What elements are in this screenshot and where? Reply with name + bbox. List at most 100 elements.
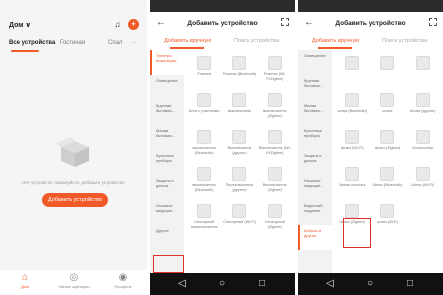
tab-add-manually[interactable]: Добавить вручную xyxy=(164,38,211,44)
device-tile[interactable]: Выключатель (Wi-Fi/Zigbee) xyxy=(257,126,293,157)
add-tabs: Добавить вручную Поиск устройства xyxy=(150,34,295,50)
device-icon xyxy=(197,204,212,218)
device-tile[interactable]: Сенсорный переключатель xyxy=(186,200,222,231)
sidebar-category[interactable]: Кухонные приборы xyxy=(298,125,332,150)
device-icon xyxy=(197,56,212,70)
android-home-icon[interactable]: ○ xyxy=(212,277,232,291)
tab-living-room[interactable]: Гостиная xyxy=(60,40,85,46)
device-tile[interactable]: Шлюз (Wi-Fi) xyxy=(334,126,370,157)
device-tile[interactable]: Переключатель (другое) xyxy=(221,163,257,194)
sidebar-category[interactable]: Малая бытовая... xyxy=(298,100,332,125)
device-label: выключатель (Bluetooth) xyxy=(192,146,216,155)
device-tile[interactable]: Шлюз (другое) xyxy=(405,89,441,120)
empty-box-icon xyxy=(56,137,89,167)
room-tabs: Все устройства Гостиная Спал ··· xyxy=(0,36,147,52)
android-back-icon[interactable]: ◁ xyxy=(320,277,340,291)
device-tile[interactable]: Розетка xyxy=(186,52,222,83)
device-tile[interactable]: Выключатель (другое) xyxy=(221,126,257,157)
home-selector[interactable]: Дом ∨ xyxy=(9,21,31,29)
device-tile[interactable]: Сенсорный (Zigbee) xyxy=(257,200,293,231)
device-tile[interactable]: Розетка (Wi-Fi/Zigbee) xyxy=(257,52,293,83)
device-icon xyxy=(345,130,360,144)
device-tile[interactable]: Выключатель (Zigbee) xyxy=(257,163,293,194)
device-tile[interactable]: выключатель (Zigbee) xyxy=(257,89,293,120)
sidebar-category[interactable]: Малая бытовая... xyxy=(150,125,184,150)
scan-icon[interactable] xyxy=(429,18,437,26)
sidebar-category[interactable]: Носимое медицин... xyxy=(150,200,184,225)
tab-all-devices[interactable]: Все устройства xyxy=(9,40,55,46)
sidebar-category[interactable]: Электро-инженерия xyxy=(150,50,184,75)
device-tile[interactable]: шлюз xyxy=(369,89,405,120)
device-tile[interactable]: Шлюз (Zigbee) xyxy=(369,126,405,157)
sidebar-category[interactable]: Другое xyxy=(150,225,184,250)
voice-icon[interactable]: ♫ xyxy=(113,20,122,29)
tab-add-manually[interactable]: Добавить вручную xyxy=(312,38,359,44)
device-icon xyxy=(380,56,395,70)
tab-underline xyxy=(318,47,352,49)
nav-profile-label: Профиль xyxy=(114,284,132,289)
device-label: Сенсорный (Zigbee) xyxy=(264,220,285,229)
sidebar-category[interactable]: Носимое медицин... xyxy=(298,175,332,200)
category-sidebar: Освещение Крупная бытовая... Малая бытовая… xyxy=(298,50,332,273)
tab-auto-search[interactable]: Поиск устройства xyxy=(382,38,427,44)
sidebar-category[interactable]: Защита и датчик xyxy=(298,150,332,175)
android-back-icon[interactable]: ◁ xyxy=(172,277,192,291)
add-device-button[interactable]: Добавить устройство xyxy=(42,193,108,207)
android-recents-icon[interactable]: □ xyxy=(252,277,272,291)
device-icon xyxy=(232,167,247,181)
device-tile[interactable]: выключатель xyxy=(221,89,257,120)
device-icon xyxy=(345,56,360,70)
nav-profile[interactable]: ◉ Профиль xyxy=(103,272,143,289)
sidebar-category[interactable]: Крупная бытовая... xyxy=(298,75,332,100)
device-tile[interactable]: Шлюз (Wi-Fi) xyxy=(405,163,441,194)
device-tile[interactable] xyxy=(334,52,370,83)
device-label: Сенсорный переключатель xyxy=(190,220,218,229)
device-label: Переключатель (другое) xyxy=(225,183,254,192)
device-tile[interactable]: Умная колонка xyxy=(334,163,370,194)
device-tile[interactable]: шлюз (Bluetooth) xyxy=(334,89,370,120)
tab-auto-search[interactable]: Поиск устройства xyxy=(234,38,279,44)
nav-home[interactable]: ⌂ Дом xyxy=(5,272,45,289)
android-recents-icon[interactable]: □ xyxy=(400,277,420,291)
device-tile[interactable]: шлюз (BLE) xyxy=(369,200,405,231)
tabs-more-icon[interactable]: ··· xyxy=(131,40,137,46)
device-tile[interactable]: Розетка (Bluetooth) xyxy=(221,52,257,83)
status-bar xyxy=(150,0,295,12)
sidebar-category[interactable]: Освещение xyxy=(150,75,184,100)
add-tabs: Добавить вручную Поиск устройства xyxy=(298,34,443,50)
nav-scenes-label: Умные сценарии xyxy=(58,284,90,289)
profile-icon: ◉ xyxy=(118,272,128,283)
device-icon xyxy=(380,167,395,181)
device-label: Выключатель (Zigbee) xyxy=(262,183,287,192)
device-tile[interactable]: Контроллер xyxy=(405,126,441,157)
device-tile[interactable]: выключатель (Bluetooth) xyxy=(186,163,222,194)
device-label: Контроллер xyxy=(412,146,434,150)
tab-underline xyxy=(170,47,204,49)
device-tile[interactable] xyxy=(369,52,405,83)
device-icon xyxy=(415,93,430,107)
device-tile[interactable]: Блок с розетками xyxy=(186,89,222,120)
device-icon xyxy=(232,204,247,218)
android-home-icon[interactable]: ○ xyxy=(360,277,380,291)
sidebar-category[interactable]: Кухонные приборы xyxy=(150,150,184,175)
device-tile[interactable] xyxy=(405,52,441,83)
scan-icon[interactable] xyxy=(281,18,289,26)
device-label: Умная колонка xyxy=(339,183,366,187)
sidebar-category[interactable]: Видеонаб-людение xyxy=(298,200,332,225)
device-tile[interactable]: Шлюз (Bluetooth) xyxy=(369,163,405,194)
device-label: Шлюз (Wi-Fi) xyxy=(340,146,364,150)
nav-smart-scenes[interactable]: ◎ Умные сценарии xyxy=(54,272,94,289)
sidebar-category[interactable]: Освещение xyxy=(298,50,332,75)
device-icon xyxy=(267,204,282,218)
sidebar-category[interactable]: Шлюзы и другое xyxy=(298,225,332,250)
add-icon[interactable]: + xyxy=(128,19,139,30)
sidebar-category[interactable]: Крупная бытовая... xyxy=(150,100,184,125)
android-nav-bar: ◁ ○ □ xyxy=(298,273,443,295)
device-tile[interactable]: выключатель (Bluetooth) xyxy=(186,126,222,157)
device-label: Розетка (Bluetooth) xyxy=(222,72,257,76)
device-tile[interactable]: Сенсорный (Wi-Fi) xyxy=(221,200,257,231)
sidebar-category[interactable]: Защита и датчик xyxy=(150,175,184,200)
tab-bedroom[interactable]: Спал xyxy=(108,40,122,46)
empty-state-text: Нет устройств, пожалуйста, добавьте устр… xyxy=(22,180,125,185)
device-icon xyxy=(232,56,247,70)
